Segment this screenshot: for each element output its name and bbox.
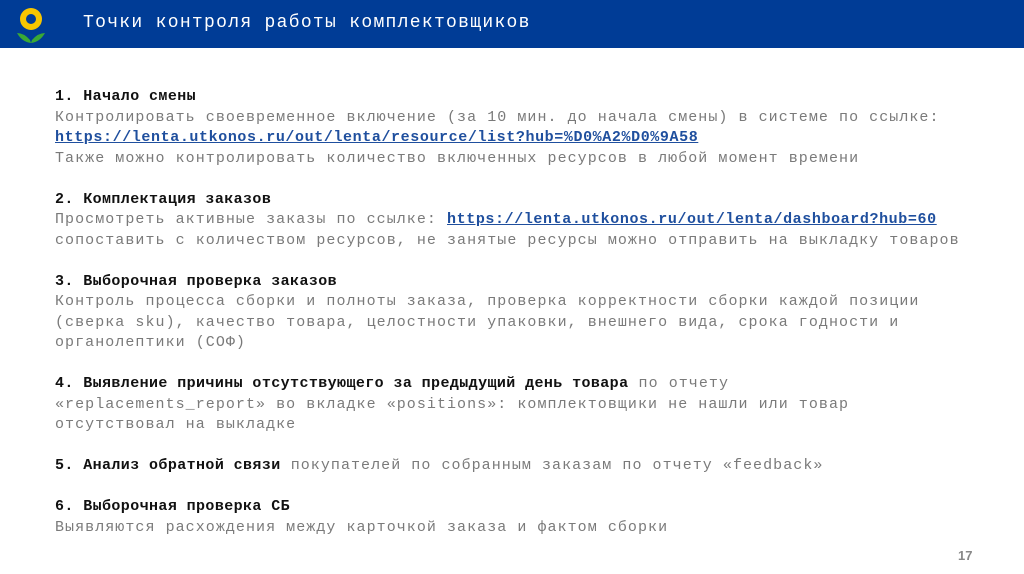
section-text: Контролировать своевременное включение (… xyxy=(55,108,940,126)
section-text: сопоставить с количеством ресурсов, не з… xyxy=(55,231,960,249)
section-text: (сверка sku), качество товара, целостнос… xyxy=(55,313,900,331)
slide-title: Точки контроля работы комплектовщиков xyxy=(83,13,531,33)
resource-list-link[interactable]: https://lenta.utkonos.ru/out/lenta/resou… xyxy=(55,129,698,146)
sunflower-logo-icon xyxy=(17,8,45,43)
section-text: покупателей по собранным заказам по отче… xyxy=(280,457,824,474)
section-text: отсутствовал на выкладке xyxy=(55,416,297,433)
section-heading: 5. Анализ обратной связи xyxy=(55,457,281,474)
section-heading: 2. Комплектация заказов xyxy=(55,190,272,208)
section-text: Также можно контролировать количество вк… xyxy=(55,149,860,167)
page-number: 17 xyxy=(958,548,973,563)
dashboard-link[interactable]: https://lenta.utkonos.ru/out/lenta/dashb… xyxy=(447,211,937,228)
section-text: Контроль процесса сборки и полноты заказ… xyxy=(55,293,920,310)
section-text: Просмотреть активные заказы по ссылке: xyxy=(55,211,448,228)
slide-header: Точки контроля работы комплектовщиков xyxy=(0,0,1024,48)
section-text: Выявляются расхождения между карточкой з… xyxy=(55,518,669,536)
section-heading: 1. Начало смены xyxy=(55,88,197,105)
section-heading: 4. Выявление причины отсутствующего за п… xyxy=(55,375,629,392)
section-text: «replacements_report» во вкладке «positi… xyxy=(55,395,850,413)
section-text: по отчету xyxy=(628,375,730,392)
slide-content: 1. Начало смены Контролировать своевреме… xyxy=(55,87,995,538)
section-text: органолептики (СОФ) xyxy=(55,334,246,351)
section-heading: 3. Выборочная проверка заказов xyxy=(55,272,338,290)
section-heading: 6. Выборочная проверка СБ xyxy=(55,498,291,515)
